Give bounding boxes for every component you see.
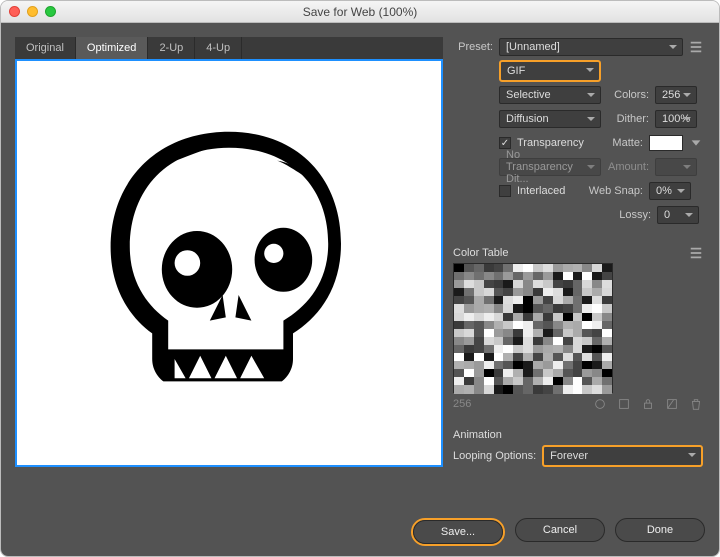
matte-swatch[interactable] bbox=[649, 135, 683, 151]
preset-label: Preset: bbox=[453, 41, 493, 53]
view-tabs: Original Optimized 2-Up 4-Up bbox=[15, 37, 443, 59]
done-button[interactable]: Done bbox=[615, 518, 705, 542]
lossy-label: Lossy: bbox=[609, 209, 651, 221]
panel-menu-icon[interactable] bbox=[689, 40, 703, 54]
interlaced-label: Interlaced bbox=[517, 185, 595, 197]
delete-color-icon[interactable] bbox=[689, 397, 703, 411]
amount-input bbox=[655, 158, 697, 176]
transparency-checkbox[interactable]: ✓ bbox=[499, 137, 511, 149]
dither-label: Dither: bbox=[607, 113, 649, 125]
transparency-dither-select[interactable]: No Transparency Dit... bbox=[499, 158, 601, 176]
panel-menu-icon[interactable] bbox=[689, 246, 703, 260]
tab-optimized[interactable]: Optimized bbox=[76, 37, 149, 59]
artwork-skull bbox=[69, 103, 389, 423]
looping-options-select[interactable]: Forever bbox=[544, 447, 701, 465]
chevron-down-icon[interactable] bbox=[689, 136, 703, 150]
map-to-transparent-icon[interactable] bbox=[593, 397, 607, 411]
interlaced-checkbox[interactable] bbox=[499, 185, 511, 197]
tab-2up[interactable]: 2-Up bbox=[148, 37, 195, 59]
transparency-label: Transparency bbox=[517, 137, 595, 149]
dither-method-select[interactable]: Diffusion bbox=[499, 110, 601, 128]
preview-pane[interactable] bbox=[15, 59, 443, 467]
window-title: Save for Web (100%) bbox=[1, 5, 719, 19]
websnap-label: Web Snap: bbox=[587, 185, 643, 197]
color-table-grid[interactable] bbox=[453, 263, 613, 393]
tab-original[interactable]: Original bbox=[15, 37, 76, 59]
amount-label: Amount: bbox=[607, 161, 649, 173]
colors-label: Colors: bbox=[607, 89, 649, 101]
matte-label: Matte: bbox=[601, 137, 643, 149]
format-select[interactable]: GIF bbox=[501, 62, 599, 80]
preview-canvas bbox=[17, 61, 441, 465]
save-for-web-dialog: Save for Web (100%) Original Optimized 2… bbox=[0, 0, 720, 557]
cancel-button[interactable]: Cancel bbox=[515, 518, 605, 542]
animation-title: Animation bbox=[453, 429, 703, 441]
color-reduction-select[interactable]: Selective bbox=[499, 86, 601, 104]
shift-web-safe-icon[interactable] bbox=[617, 397, 631, 411]
looping-label: Looping Options: bbox=[453, 450, 536, 462]
tab-4up[interactable]: 4-Up bbox=[195, 37, 242, 59]
lock-color-icon[interactable] bbox=[641, 397, 655, 411]
color-count: 256 bbox=[453, 398, 471, 410]
websnap-input[interactable]: 0% bbox=[649, 182, 691, 200]
new-color-icon[interactable] bbox=[665, 397, 679, 411]
dither-input[interactable]: 100% bbox=[655, 110, 697, 128]
save-button[interactable]: Save... bbox=[413, 520, 503, 544]
preset-select[interactable]: [Unnamed] bbox=[499, 38, 683, 56]
titlebar: Save for Web (100%) bbox=[1, 1, 719, 23]
color-table-title: Color Table bbox=[453, 247, 508, 259]
colors-input[interactable]: 256 bbox=[655, 86, 697, 104]
lossy-input[interactable]: 0 bbox=[657, 206, 699, 224]
